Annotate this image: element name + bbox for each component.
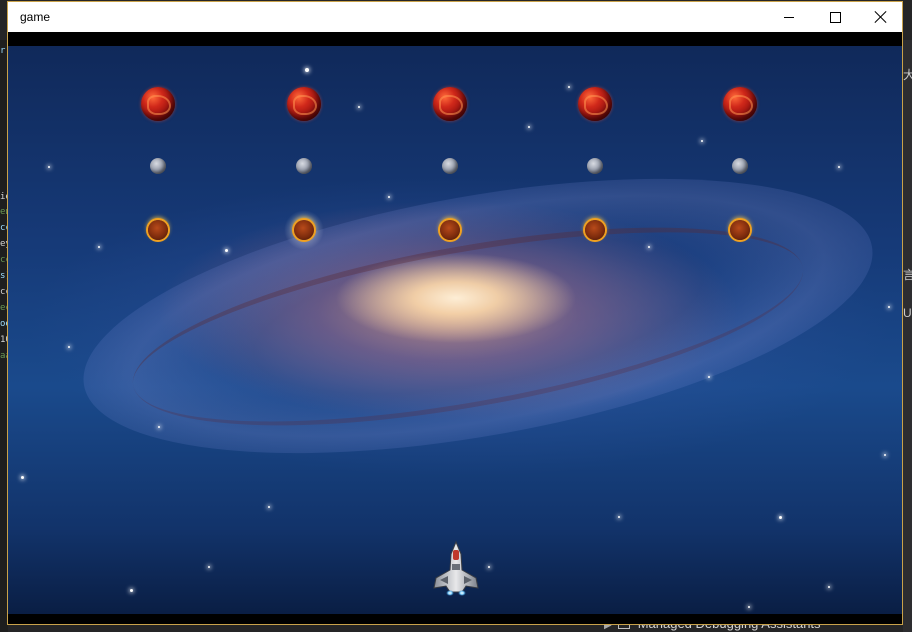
minimize-icon bbox=[784, 16, 794, 18]
ide-right-char: 言 bbox=[903, 268, 912, 282]
flaming-meteor bbox=[294, 220, 314, 240]
star bbox=[884, 454, 886, 456]
star bbox=[779, 516, 782, 519]
star bbox=[748, 606, 750, 608]
large-red-asteroid bbox=[723, 87, 757, 121]
star bbox=[488, 566, 490, 568]
star bbox=[98, 246, 100, 248]
ide-right-char: U bbox=[903, 306, 912, 320]
star bbox=[528, 126, 530, 128]
star bbox=[701, 140, 703, 142]
star bbox=[618, 516, 620, 518]
flaming-meteor bbox=[440, 220, 460, 240]
large-red-asteroid bbox=[141, 87, 175, 121]
maximize-icon bbox=[829, 11, 841, 23]
star bbox=[838, 166, 840, 168]
canvas-top-border bbox=[8, 32, 902, 46]
large-red-asteroid bbox=[433, 87, 467, 121]
star bbox=[358, 106, 360, 108]
star bbox=[708, 376, 710, 378]
close-icon bbox=[875, 11, 887, 23]
star bbox=[130, 589, 133, 592]
small-gray-asteroid bbox=[442, 158, 458, 174]
minimize-button[interactable] bbox=[766, 2, 812, 32]
flaming-meteor bbox=[148, 220, 168, 240]
flaming-meteor bbox=[585, 220, 605, 240]
small-gray-asteroid bbox=[732, 158, 748, 174]
star bbox=[648, 246, 650, 248]
large-red-asteroid bbox=[578, 87, 612, 121]
star bbox=[828, 586, 830, 588]
star bbox=[388, 196, 390, 198]
player-spaceship bbox=[433, 540, 479, 596]
small-gray-asteroid bbox=[296, 158, 312, 174]
star bbox=[888, 306, 890, 308]
star bbox=[225, 249, 228, 252]
star bbox=[48, 166, 50, 168]
game-canvas[interactable] bbox=[8, 46, 902, 614]
star bbox=[68, 346, 70, 348]
galaxy-disk bbox=[63, 128, 893, 504]
maximize-button[interactable] bbox=[812, 2, 858, 32]
star bbox=[21, 476, 24, 479]
close-button[interactable] bbox=[858, 2, 904, 32]
star bbox=[568, 86, 570, 88]
star bbox=[268, 506, 270, 508]
window-title: game bbox=[20, 10, 51, 24]
ide-right-panel-strip bbox=[903, 40, 912, 632]
large-red-asteroid bbox=[287, 87, 321, 121]
title-bar[interactable]: game bbox=[8, 2, 902, 32]
small-gray-asteroid bbox=[587, 158, 603, 174]
star bbox=[208, 566, 210, 568]
ide-right-char: 大 bbox=[903, 68, 912, 82]
star bbox=[158, 426, 160, 428]
canvas-bottom-border bbox=[8, 614, 902, 624]
game-window: game bbox=[7, 1, 903, 625]
flaming-meteor bbox=[730, 220, 750, 240]
galaxy-dust-lane bbox=[119, 188, 817, 465]
star bbox=[305, 68, 309, 72]
small-gray-asteroid bbox=[150, 158, 166, 174]
